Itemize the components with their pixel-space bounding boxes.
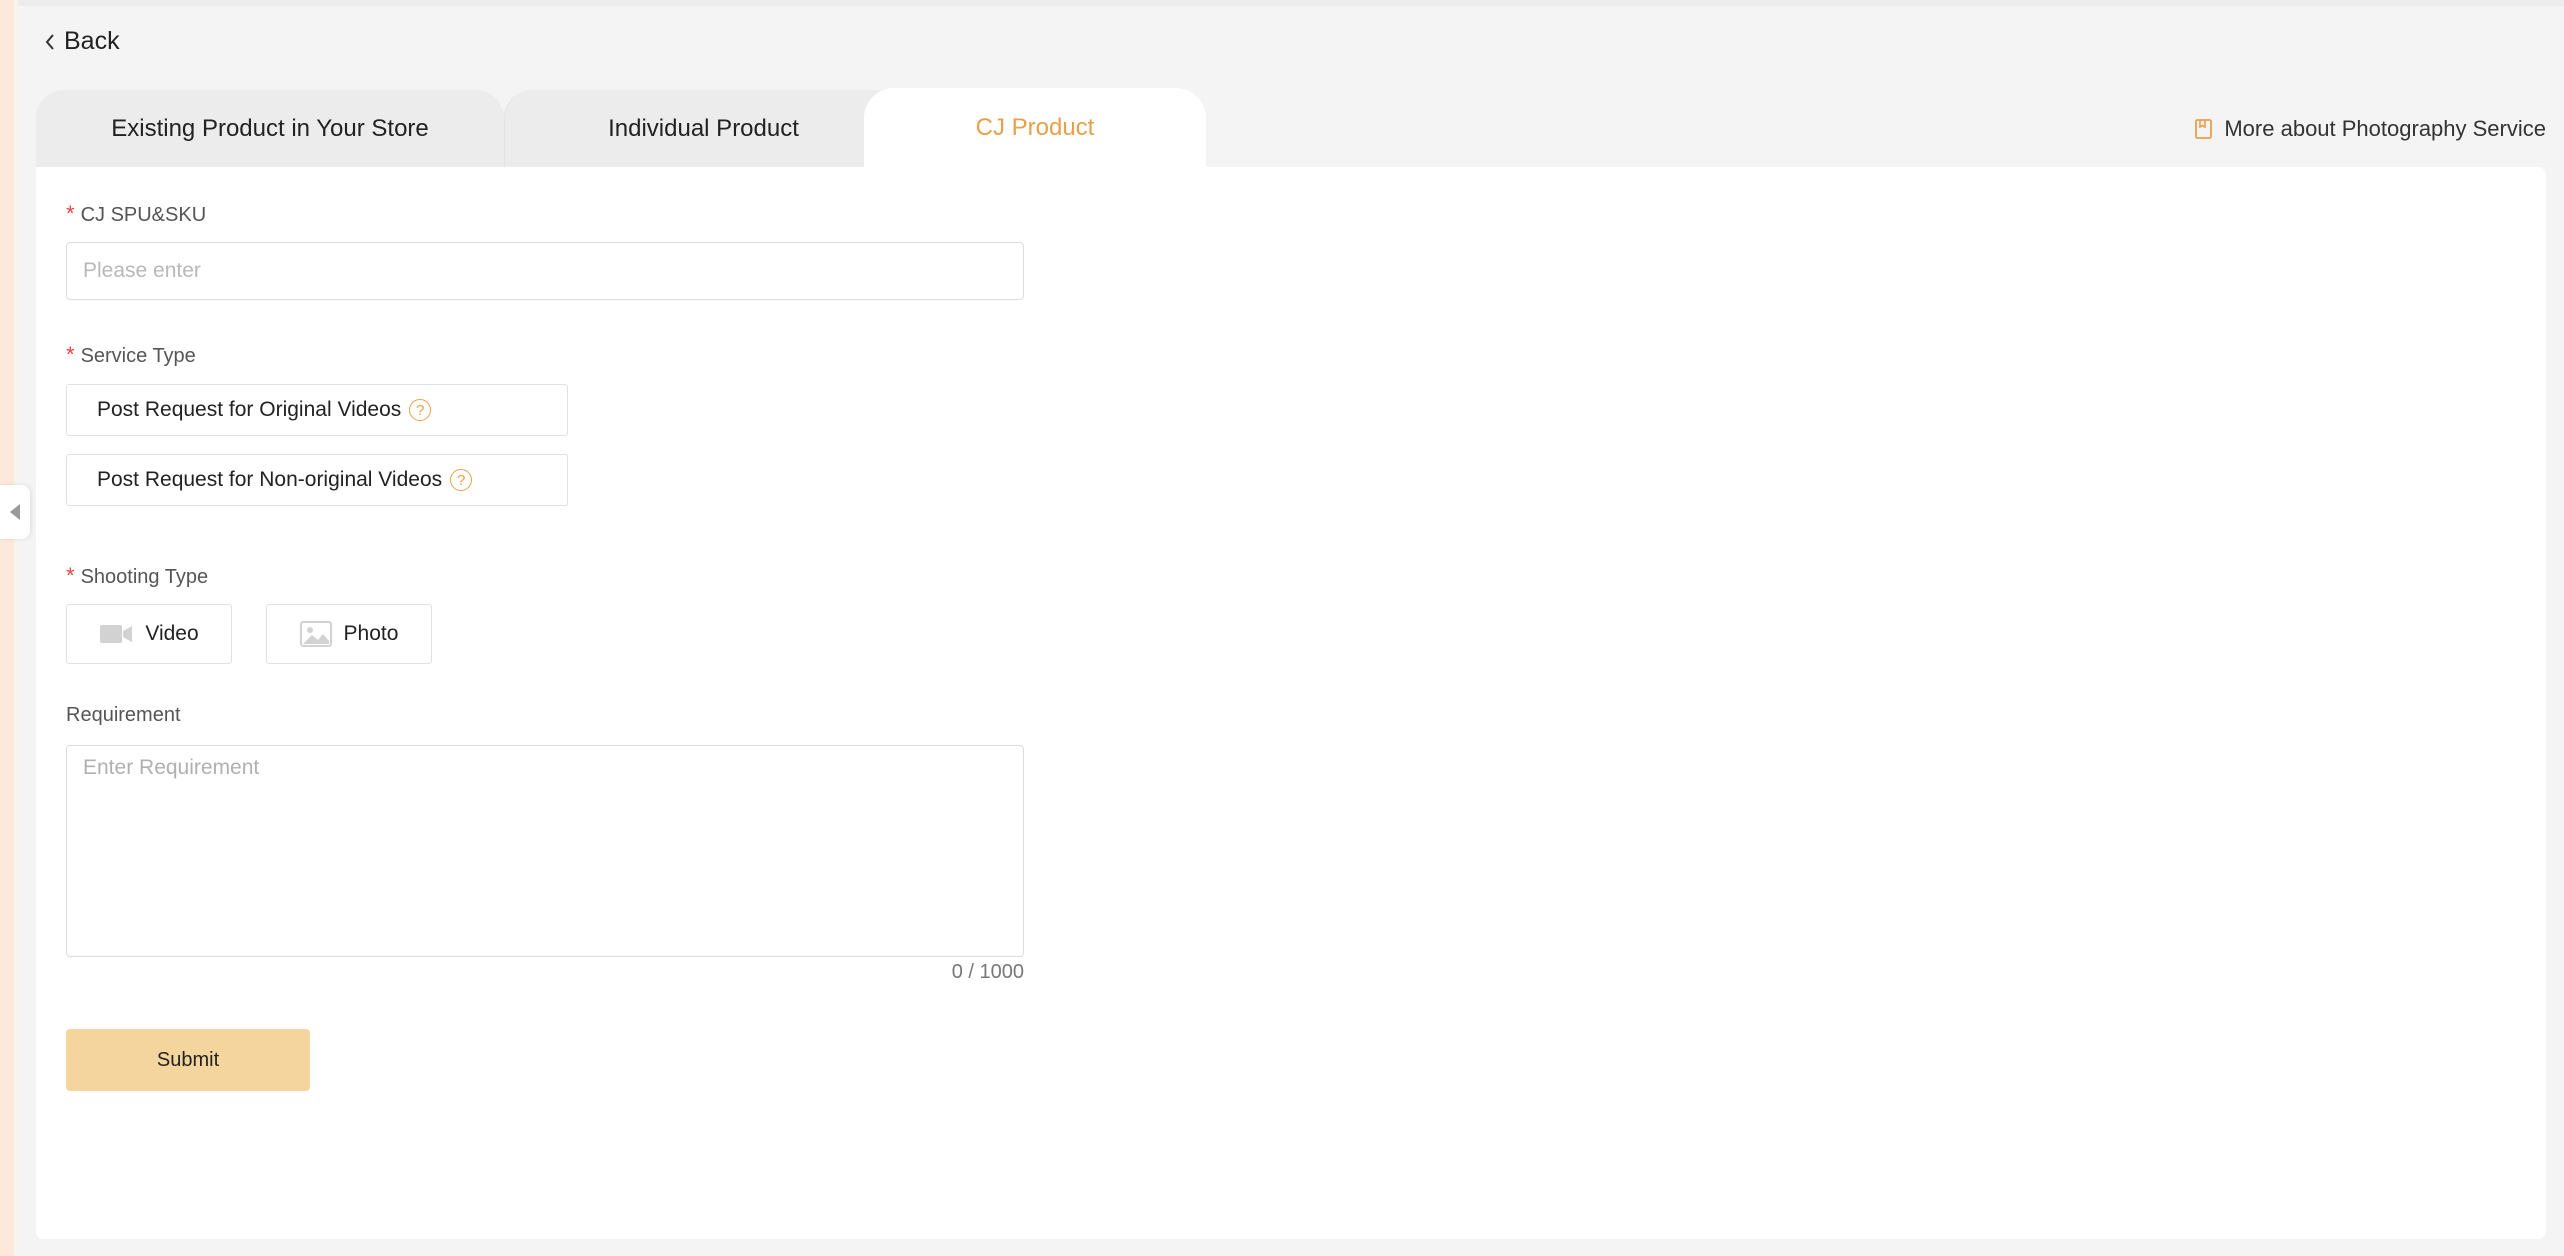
help-icon[interactable]: ?: [409, 399, 432, 421]
service-option-label: Post Request for Original Videos: [97, 398, 402, 421]
tab-individual-product[interactable]: Individual Product: [504, 90, 902, 168]
shooting-type-label: * Shooting Type: [66, 563, 208, 589]
requirement-label: Requirement: [66, 704, 181, 726]
requirement-textarea[interactable]: [66, 745, 1024, 957]
back-label: Back: [64, 27, 120, 55]
sidebar-collapse-button[interactable]: [0, 485, 30, 539]
photography-service-link[interactable]: More about Photography Service: [2194, 116, 2546, 142]
spu-label: * CJ SPU&SKU: [66, 201, 206, 227]
shooting-type-photo-button[interactable]: Photo: [266, 604, 432, 664]
service-type-label-text: Service Type: [80, 345, 196, 367]
video-label: Video: [145, 622, 199, 645]
requirement-char-counter: 0 / 1000: [951, 961, 1024, 983]
help-icon[interactable]: ?: [450, 469, 473, 491]
submit-button[interactable]: Submit: [66, 1029, 310, 1091]
top-strip: [0, 0, 2564, 6]
left-rail: [0, 0, 18, 1256]
spu-label-text: CJ SPU&SKU: [80, 204, 207, 226]
form-panel: *CJ SPU&SKU *Service Type Post Request f…: [36, 167, 2546, 1239]
required-mark: *: [66, 342, 75, 367]
photo-label: Photo: [343, 622, 399, 645]
tab-label: Individual Product: [608, 115, 799, 142]
shooting-type-video-button[interactable]: Video: [66, 604, 232, 664]
product-tabs: Existing Product in Your Store Individua…: [36, 88, 2546, 168]
service-type-label: * Service Type: [66, 342, 196, 368]
service-option-label: Post Request for Non-original Videos: [97, 468, 443, 491]
service-option-non-original-videos[interactable]: Post Request for Non-original Videos ?: [66, 454, 568, 506]
spu-sku-input[interactable]: [66, 242, 1024, 300]
back-button[interactable]: Back: [44, 27, 120, 56]
book-icon: [2195, 119, 2213, 139]
photography-service-link-label: More about Photography Service: [2224, 116, 2546, 141]
tab-existing-product[interactable]: Existing Product in Your Store: [36, 90, 504, 168]
image-icon: [299, 621, 332, 647]
service-option-original-videos[interactable]: Post Request for Original Videos ?: [66, 384, 568, 436]
required-mark: *: [66, 201, 75, 226]
tab-label: Existing Product in Your Store: [111, 115, 429, 142]
video-camera-icon: [100, 625, 133, 643]
caret-left-icon: [10, 504, 20, 520]
tab-cj-product[interactable]: CJ Product: [864, 88, 1206, 168]
tab-label: CJ Product: [975, 114, 1095, 141]
required-mark: *: [66, 563, 75, 588]
rail-divider: [14, 0, 18, 1256]
chevron-left-icon: [45, 33, 54, 50]
shooting-type-label-text: Shooting Type: [80, 566, 209, 588]
